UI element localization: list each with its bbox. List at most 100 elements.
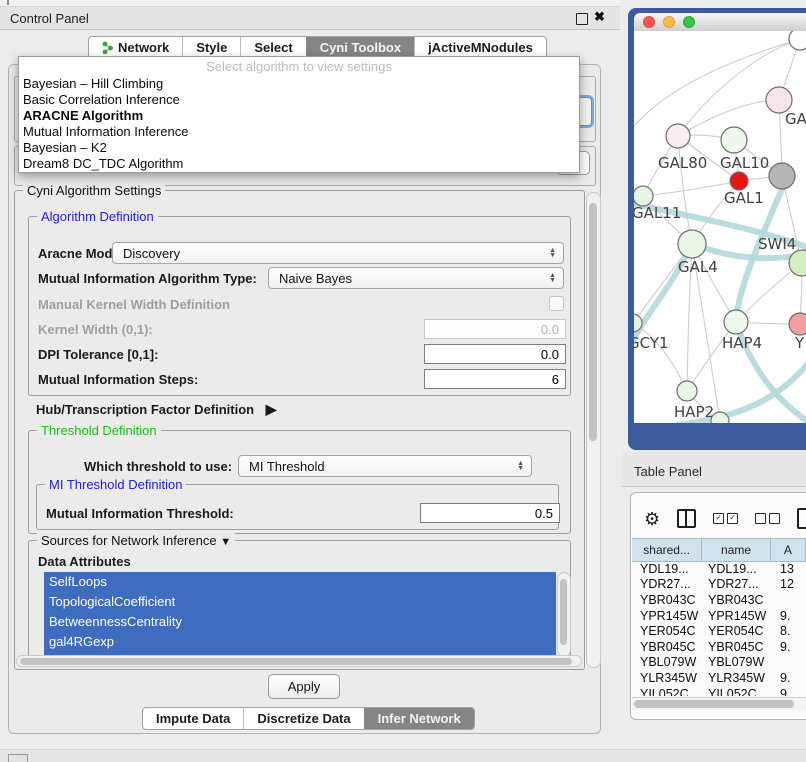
data-attributes-label: Data Attributes: [38, 554, 131, 569]
algorithm-option[interactable]: Bayesian – K2: [19, 140, 579, 156]
algorithm-option[interactable]: ARACNE Algorithm: [19, 108, 579, 124]
table-column-header[interactable]: name: [702, 539, 771, 561]
table-cell: YBR043C: [708, 593, 780, 607]
manual-kernel-checkbox[interactable]: [549, 296, 564, 311]
settings-hscrollbar[interactable]: [16, 655, 582, 667]
combo-arrows-icon: ▲▼: [549, 273, 556, 283]
expand-arrow-icon[interactable]: ▶: [266, 401, 277, 417]
table-column-header[interactable]: A: [771, 539, 806, 561]
bottom-tab-discretize-data[interactable]: Discretize Data: [243, 708, 363, 729]
network-node-gal1[interactable]: [730, 172, 748, 190]
algorithm-dropdown-popup: Select algorithm to view settings Bayesi…: [18, 56, 580, 173]
network-node-gal4[interactable]: [678, 230, 706, 258]
mi-threshold-field[interactable]: 0.5: [420, 503, 560, 523]
tab-label: Infer Network: [378, 711, 461, 726]
table-column-header[interactable]: shared...: [632, 539, 702, 561]
table-cell: YDR27...: [632, 577, 708, 591]
table-row[interactable]: YIL052CYIL052C9: [632, 686, 806, 696]
bottom-tab-impute-data[interactable]: Impute Data: [143, 708, 243, 729]
network-node-salmon-node[interactable]: [789, 313, 806, 335]
table-hscrollbar-thumb[interactable]: [634, 700, 794, 708]
algorithm-option[interactable]: Basic Correlation Inference: [19, 92, 579, 108]
dropdown-hint: Select algorithm to view settings: [19, 57, 579, 76]
table-row[interactable]: YDL19...YDL19...13: [632, 561, 806, 577]
table-cell: YER054C: [632, 624, 708, 638]
table-hscrollbar[interactable]: [632, 697, 806, 710]
attr-list-scrollbar-thumb[interactable]: [560, 579, 567, 645]
table-cell: YBR045C: [708, 640, 780, 654]
columns-icon[interactable]: [677, 509, 696, 528]
tab-label: jActiveMNodules: [428, 40, 533, 55]
algorithm-option[interactable]: Bayesian – Hill Climbing: [19, 76, 579, 92]
tab-network[interactable]: Network: [89, 37, 182, 58]
network-node-top-node[interactable]: [789, 31, 806, 50]
tab-label: Cyni Toolbox: [320, 40, 401, 55]
close-icon[interactable]: ✖: [594, 9, 605, 25]
table-cell: YBR045C: [632, 640, 708, 654]
select-all-icon[interactable]: ✓✓: [713, 513, 738, 524]
settings-scrollbar[interactable]: [586, 192, 601, 668]
mi-threshold-label: Mutual Information Threshold:: [46, 506, 234, 521]
algorithm-option[interactable]: Mutual Information Inference: [19, 124, 579, 140]
table-row[interactable]: YBR043CYBR043C: [632, 592, 806, 608]
mi-type-select[interactable]: Naive Bayes ▲▼: [268, 267, 564, 289]
network-node-label: SWI4: [758, 235, 796, 253]
table-row[interactable]: YPR145WYPR145W9.: [632, 608, 806, 624]
table-cell: 13: [780, 562, 806, 576]
table-row[interactable]: YDR27...YDR27...12: [632, 577, 806, 593]
which-threshold-select[interactable]: MI Threshold ▲▼: [238, 455, 532, 477]
tab-select[interactable]: Select: [240, 37, 305, 58]
attribute-item[interactable]: gal4RGexp: [44, 632, 556, 652]
network-edge[interactable]: [634, 244, 692, 323]
attr-list-scrollbar[interactable]: [557, 572, 571, 657]
settings-gear-icon[interactable]: ⚙: [644, 510, 660, 528]
network-edge[interactable]: [687, 322, 736, 391]
minimize-light[interactable]: [663, 16, 675, 28]
collapse-arrow-icon[interactable]: ▼: [220, 536, 231, 548]
bottom-tab-infer-network[interactable]: Infer Network: [364, 708, 474, 729]
dpi-tolerance-field[interactable]: 0.0: [424, 344, 566, 364]
export-table-icon[interactable]: [797, 508, 806, 529]
bottom-strip: [0, 749, 806, 762]
float-window-icon[interactable]: [576, 13, 588, 25]
attribute-item[interactable]: SelfLoops: [44, 572, 556, 592]
tab-cyni-toolbox[interactable]: Cyni Toolbox: [306, 37, 414, 58]
tab-jactivemnodules[interactable]: jActiveMNodules: [414, 37, 546, 58]
network-node-gal80[interactable]: [666, 124, 690, 148]
table-row[interactable]: YBR045CYBR045C9.: [632, 639, 806, 655]
kernel-width-field[interactable]: 0.0: [424, 319, 566, 339]
tab-label: Style: [196, 40, 227, 55]
table-cell: 9.: [780, 671, 806, 685]
table-row[interactable]: YBL079WYBL079W: [632, 655, 806, 671]
tab-label: Select: [254, 40, 292, 55]
tab-style[interactable]: Style: [182, 37, 240, 58]
network-node-gal11[interactable]: [634, 186, 653, 206]
attribute-item[interactable]: BetweennessCentrality: [44, 612, 556, 632]
network-node-hap2[interactable]: [677, 381, 697, 401]
zoom-light[interactable]: [683, 16, 695, 28]
network-node-label: GAL10: [720, 154, 769, 172]
table-row[interactable]: YLR345WYLR345W9.: [632, 670, 806, 686]
network-node-gray-node[interactable]: [769, 163, 795, 189]
mi-steps-field[interactable]: 6: [424, 369, 566, 389]
control-panel-titlebar: [0, 7, 620, 30]
network-window-titlebar[interactable]: [634, 13, 806, 31]
close-light[interactable]: [643, 16, 655, 28]
network-canvas[interactable]: GALGAL80GAL10GAL1GAL11GAL4SWI4GCY1HAP4YH…: [634, 31, 806, 423]
table-cell: YDL19...: [632, 562, 708, 576]
apply-button[interactable]: Apply: [268, 674, 340, 699]
network-node-gal10[interactable]: [721, 127, 747, 153]
table-cell: YER054C: [708, 624, 780, 638]
table-row[interactable]: YER054CYER054C8.: [632, 623, 806, 639]
minimized-panel-icon[interactable]: [8, 754, 28, 762]
algorithm-option[interactable]: Dream8 DC_TDC Algorithm: [19, 156, 579, 172]
data-attributes-list[interactable]: SelfLoopsTopologicalCoefficientBetweenne…: [44, 572, 556, 655]
deselect-all-icon[interactable]: [755, 513, 780, 524]
network-node-label: GAL80: [658, 154, 707, 172]
settings-hscrollbar-thumb[interactable]: [20, 658, 572, 665]
network-node-hap4[interactable]: [724, 310, 748, 334]
attribute-item[interactable]: TopologicalCoefficient: [44, 592, 556, 612]
network-node-label: HAP2: [674, 403, 714, 421]
aracne-mode-select[interactable]: Discovery ▲▼: [112, 242, 564, 264]
settings-scrollbar-thumb[interactable]: [589, 203, 597, 441]
